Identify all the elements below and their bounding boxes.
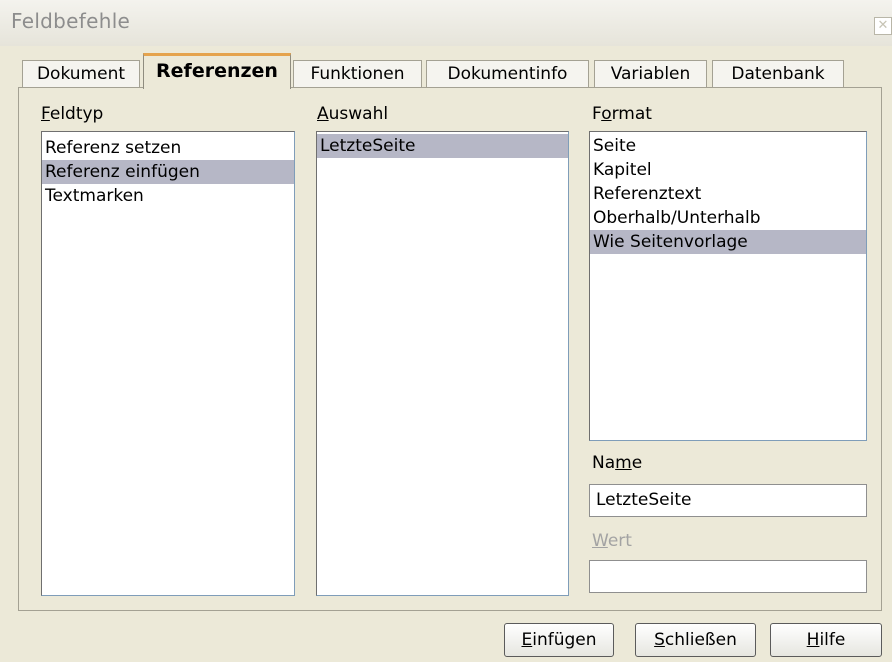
auswahl-item-letzteseite[interactable]: LetzteSeite [317, 134, 568, 158]
name-label: Name [592, 453, 643, 473]
wert-input[interactable] [589, 560, 867, 593]
format-item-kapitel[interactable]: Kapitel [590, 158, 866, 182]
tab-datenbank[interactable]: Datenbank [712, 60, 844, 87]
feldtyp-list[interactable]: Referenz setzen Referenz einfügen Textma… [41, 131, 295, 596]
title-bar [0, 0, 892, 46]
format-list[interactable]: Seite Kapitel Referenztext Oberhalb/Unte… [589, 131, 867, 441]
auswahl-list[interactable]: LetzteSeite [316, 131, 569, 596]
dialog-title: Feldbefehle [11, 9, 131, 33]
tab-dokumentinfo[interactable]: Dokumentinfo [426, 60, 589, 87]
help-button[interactable]: Hilfe [770, 623, 882, 657]
wert-label: Wert [592, 531, 632, 551]
format-item-seite[interactable]: Seite [590, 134, 866, 158]
feldtyp-item-referenz-einfuegen[interactable]: Referenz einfügen [42, 160, 294, 184]
tab-dokument[interactable]: Dokument [22, 60, 140, 87]
insert-button[interactable]: Einfügen [504, 623, 614, 657]
format-item-oberhalb-unterhalb[interactable]: Oberhalb/Unterhalb [590, 206, 866, 230]
close-button[interactable]: Schließen [635, 623, 756, 657]
feldtyp-label: Feldtyp [41, 104, 104, 124]
tab-funktionen[interactable]: Funktionen [293, 60, 422, 87]
format-item-wie-seitenvorlage[interactable]: Wie Seitenvorlage [590, 230, 866, 254]
tab-referenzen[interactable]: Referenzen [143, 53, 291, 89]
format-item-referenztext[interactable]: Referenztext [590, 182, 866, 206]
tab-variablen[interactable]: Variablen [594, 60, 707, 87]
close-icon[interactable]: ✕ [874, 17, 892, 35]
feldtyp-item-referenz-setzen[interactable]: Referenz setzen [42, 136, 294, 160]
name-input[interactable]: LetzteSeite [589, 484, 867, 517]
feldtyp-item-textmarken[interactable]: Textmarken [42, 184, 294, 208]
auswahl-label: Auswahl [317, 104, 389, 124]
format-label: Format [592, 104, 652, 124]
